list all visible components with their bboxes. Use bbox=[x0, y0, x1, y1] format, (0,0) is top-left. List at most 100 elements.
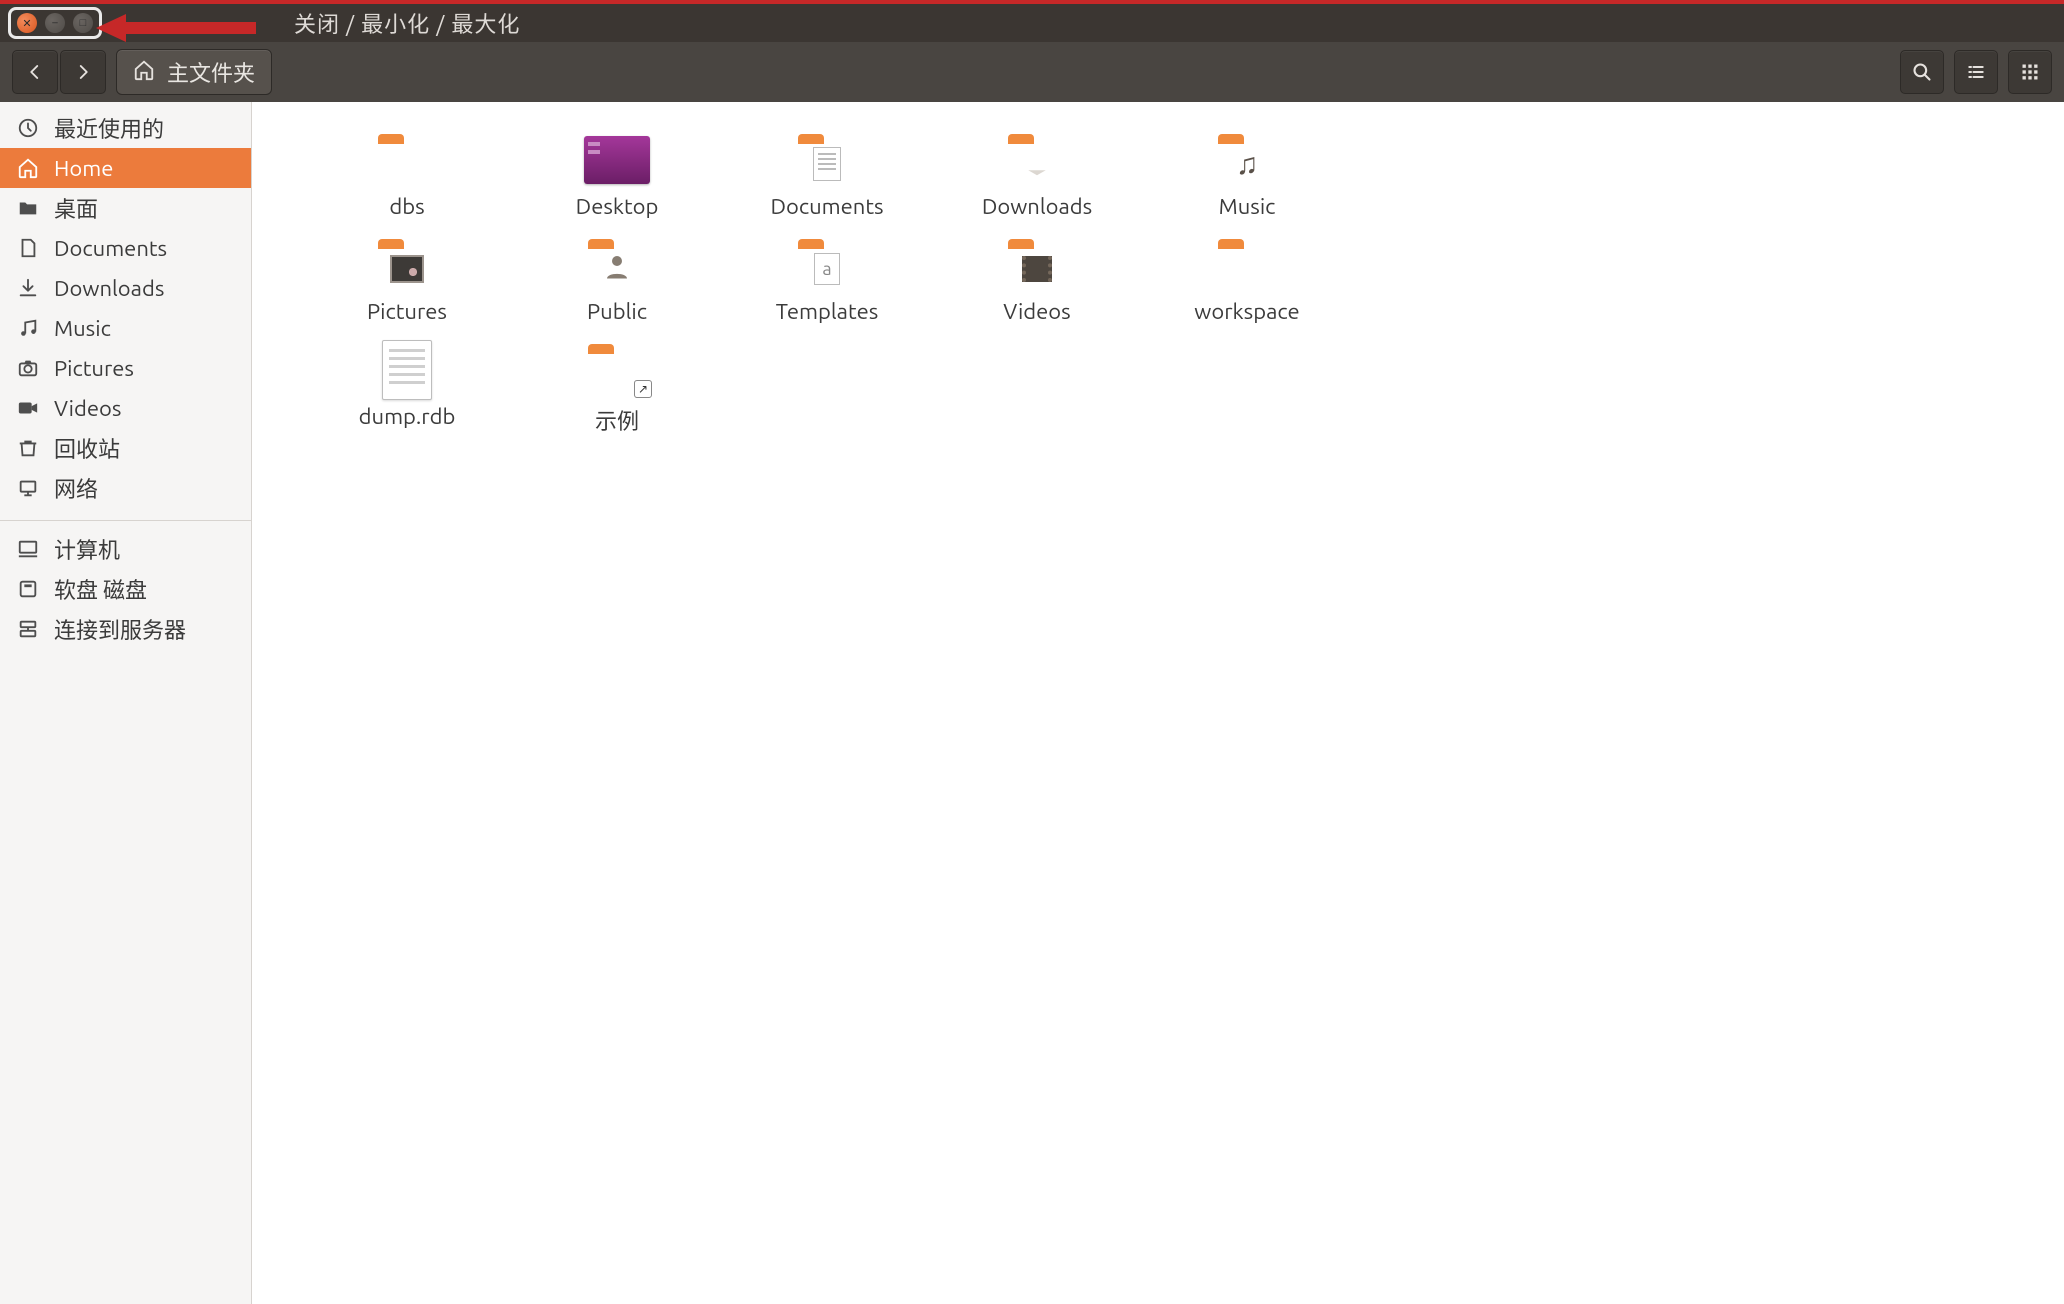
sidebar-item-软盘-磁盘[interactable]: 软盘 磁盘 bbox=[0, 569, 251, 609]
file-label: Templates bbox=[776, 299, 879, 324]
sidebar-item-label: Home bbox=[54, 156, 113, 181]
toolbar: 主文件夹 bbox=[0, 42, 2064, 102]
chevron-left-icon bbox=[26, 63, 44, 81]
server-icon bbox=[16, 618, 40, 640]
file-label: Pictures bbox=[367, 299, 447, 324]
nav-group bbox=[12, 50, 106, 94]
sidebar-item-label: Documents bbox=[54, 236, 167, 261]
search-button[interactable] bbox=[1900, 50, 1944, 94]
minimize-icon[interactable]: – bbox=[45, 13, 65, 33]
sidebar-item-label: Pictures bbox=[54, 356, 134, 381]
sidebar-item-label: 最近使用的 bbox=[54, 112, 164, 144]
folder-icon bbox=[792, 132, 862, 188]
chevron-right-icon bbox=[74, 63, 92, 81]
sidebar-item-label: 计算机 bbox=[54, 533, 120, 565]
camera-icon bbox=[16, 357, 40, 379]
content-area[interactable]: dbs Desktop Documents Downloads ♫ Music Pictur… bbox=[252, 102, 2064, 1304]
file-label: dbs bbox=[389, 194, 424, 219]
back-button[interactable] bbox=[12, 50, 58, 94]
clock-icon bbox=[16, 117, 40, 139]
file-label: Downloads bbox=[982, 194, 1092, 219]
list-view-button[interactable] bbox=[1954, 50, 1998, 94]
file-item[interactable]: Desktop bbox=[512, 132, 722, 219]
disk-icon bbox=[16, 578, 40, 600]
file-item[interactable]: Documents bbox=[722, 132, 932, 219]
file-label: Public bbox=[587, 299, 647, 324]
file-item[interactable]: Public bbox=[512, 237, 722, 324]
file-label: Documents bbox=[770, 194, 883, 219]
sidebar-item-label: Downloads bbox=[54, 276, 164, 301]
sidebar-item-最近使用的[interactable]: 最近使用的 bbox=[0, 108, 251, 148]
home-icon bbox=[133, 59, 155, 86]
folder-icon bbox=[582, 237, 652, 293]
search-icon bbox=[1912, 62, 1932, 82]
file-label: dump.rdb bbox=[359, 404, 456, 429]
sidebar-item-label: Videos bbox=[54, 396, 121, 421]
file-label: workspace bbox=[1194, 299, 1299, 324]
file-label: Music bbox=[1219, 194, 1276, 219]
close-icon[interactable]: ✕ bbox=[17, 13, 37, 33]
home-icon bbox=[16, 157, 40, 179]
sidebar-item-downloads[interactable]: Downloads bbox=[0, 268, 251, 308]
file-item[interactable]: Videos bbox=[932, 237, 1142, 324]
sidebar-item-videos[interactable]: Videos bbox=[0, 388, 251, 428]
sidebar-item-桌面[interactable]: 桌面 bbox=[0, 188, 251, 228]
pathbar-label: 主文件夹 bbox=[167, 56, 255, 88]
computer-icon bbox=[16, 538, 40, 560]
file-icon bbox=[372, 342, 442, 398]
file-item[interactable]: dbs bbox=[302, 132, 512, 219]
sidebar-separator bbox=[0, 520, 251, 521]
desktop-icon bbox=[582, 132, 652, 188]
folder-icon bbox=[372, 132, 442, 188]
sidebar-item-label: 连接到服务器 bbox=[54, 613, 186, 645]
file-item[interactable]: ♫ Music bbox=[1142, 132, 1352, 219]
sidebar-item-label: Music bbox=[54, 316, 111, 341]
folder-icon bbox=[1002, 237, 1072, 293]
window-controls: ✕ – □ bbox=[8, 7, 102, 39]
sidebar-item-documents[interactable]: Documents bbox=[0, 228, 251, 268]
file-label: Videos bbox=[1003, 299, 1070, 324]
file-item[interactable]: dump.rdb bbox=[302, 342, 512, 436]
sidebar-item-网络[interactable]: 网络 bbox=[0, 468, 251, 508]
folder-icon bbox=[372, 237, 442, 293]
annotation-arrow-icon bbox=[96, 14, 256, 42]
file-item[interactable]: workspace bbox=[1142, 237, 1352, 324]
sidebar-item-music[interactable]: Music bbox=[0, 308, 251, 348]
grid-view-button[interactable] bbox=[2008, 50, 2052, 94]
file-item[interactable]: ↗ 示例 bbox=[512, 342, 722, 436]
sidebar-item-label: 桌面 bbox=[54, 192, 98, 224]
file-label: Desktop bbox=[576, 194, 659, 219]
network-icon bbox=[16, 477, 40, 499]
file-item[interactable]: Templates bbox=[722, 237, 932, 324]
toolbar-right bbox=[1900, 50, 2052, 94]
sidebar-item-label: 回收站 bbox=[54, 432, 120, 464]
trash-icon bbox=[16, 437, 40, 459]
folder-icon bbox=[792, 237, 862, 293]
sidebar-item-home[interactable]: Home bbox=[0, 148, 251, 188]
folder-icon bbox=[1212, 237, 1282, 293]
folder-icon: ↗ bbox=[582, 342, 652, 398]
sidebar-item-label: 网络 bbox=[54, 472, 98, 504]
file-item[interactable]: Pictures bbox=[302, 237, 512, 324]
titlebar: ✕ – □ 关闭 / 最小化 / 最大化 bbox=[0, 0, 2064, 42]
folder-icon: ♫ bbox=[1212, 132, 1282, 188]
sidebar: 最近使用的 Home 桌面 Documents Downloads Music Pictur… bbox=[0, 102, 252, 1304]
sidebar-item-pictures[interactable]: Pictures bbox=[0, 348, 251, 388]
sidebar-item-label: 软盘 磁盘 bbox=[54, 573, 147, 605]
file-label: 示例 bbox=[595, 404, 639, 436]
sidebar-item-连接到服务器[interactable]: 连接到服务器 bbox=[0, 609, 251, 649]
maximize-icon[interactable]: □ bbox=[73, 13, 93, 33]
titlebar-annotation: 关闭 / 最小化 / 最大化 bbox=[294, 7, 520, 39]
video-icon bbox=[16, 397, 40, 419]
download-icon bbox=[16, 277, 40, 299]
music-icon bbox=[16, 317, 40, 339]
file-icon bbox=[16, 237, 40, 259]
sidebar-item-回收站[interactable]: 回收站 bbox=[0, 428, 251, 468]
pathbar[interactable]: 主文件夹 bbox=[116, 49, 272, 95]
list-icon bbox=[1966, 62, 1986, 82]
file-item[interactable]: Downloads bbox=[932, 132, 1142, 219]
folder-icon bbox=[1002, 132, 1072, 188]
grid-icon bbox=[2020, 62, 2040, 82]
sidebar-item-计算机[interactable]: 计算机 bbox=[0, 529, 251, 569]
forward-button[interactable] bbox=[60, 50, 106, 94]
